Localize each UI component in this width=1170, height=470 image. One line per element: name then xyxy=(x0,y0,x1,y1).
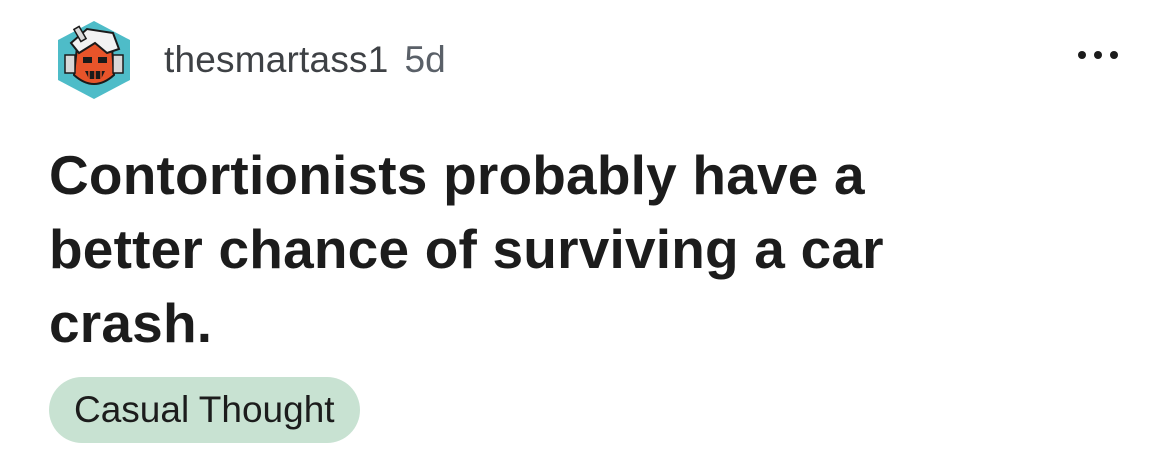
post-card: thesmartass1 5d Contortionists probably … xyxy=(0,0,1170,470)
post-age: 5d xyxy=(404,39,446,80)
dot-icon xyxy=(1078,51,1086,59)
dot-icon xyxy=(1110,51,1118,59)
username-link[interactable]: thesmartass1 xyxy=(164,39,389,81)
dot-icon xyxy=(1094,51,1102,59)
robot-avatar-icon[interactable] xyxy=(55,19,133,101)
post-title[interactable]: Contortionists probably have a better ch… xyxy=(49,138,1029,360)
post-header: thesmartass1 5d xyxy=(55,12,446,108)
more-options-icon[interactable] xyxy=(1078,44,1118,66)
flair-badge[interactable]: Casual Thought xyxy=(49,377,360,443)
